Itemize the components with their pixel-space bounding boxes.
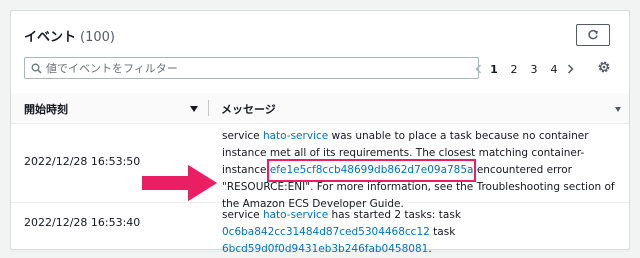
column-start-time[interactable]: 開始時刻	[24, 101, 68, 117]
msg-text: .	[428, 243, 432, 255]
refresh-button[interactable]	[576, 24, 610, 46]
sort-down-icon[interactable]	[190, 106, 198, 112]
events-title: イベント	[24, 30, 77, 45]
row-message: service hato-service was unable to place…	[222, 128, 622, 213]
search-icon	[31, 63, 42, 74]
row-time: 2022/12/28 16:53:40	[24, 216, 141, 229]
msg-text: service	[222, 209, 263, 221]
pagination: 1 2 3 4	[472, 61, 576, 77]
row-message: service hato-service has started 2 tasks…	[222, 207, 622, 258]
task-link[interactable]: 6bcd59d0f0d9431eb3b246fab0458081	[222, 243, 428, 255]
events-count: (100)	[80, 30, 115, 45]
chevron-right-icon[interactable]	[564, 64, 576, 74]
search-input[interactable]	[46, 61, 466, 75]
page-2[interactable]: 2	[504, 63, 524, 76]
table-row: 2022/12/28 16:53:40 service hato-service…	[11, 203, 629, 255]
events-header: イベント (100)	[24, 26, 115, 45]
container-instance-link[interactable]: efe1e5cf8ccb48699db862d7e09a785a	[266, 159, 477, 182]
search-field[interactable]	[24, 57, 479, 79]
page-1[interactable]: 1	[484, 63, 504, 76]
gear-icon[interactable]	[597, 60, 611, 74]
service-link[interactable]: hato-service	[263, 209, 328, 221]
events-panel: イベント(100) 1 2 3 4	[10, 10, 630, 255]
msg-text: task	[429, 226, 456, 238]
row-time: 2022/12/28 16:53:50	[24, 155, 141, 168]
page-4[interactable]: 4	[544, 63, 564, 76]
table-header: 開始時刻 メッセージ	[11, 93, 629, 124]
task-link[interactable]: 0c6ba842cc31484d87ced5304468cc12	[222, 226, 430, 238]
msg-text: service	[222, 130, 263, 142]
table-row: 2022/12/28 16:53:50 service hato-service…	[11, 124, 629, 210]
msg-text: has started 2 tasks: task	[328, 209, 461, 221]
column-message[interactable]: メッセージ	[221, 101, 276, 117]
sort-indicator-icon[interactable]	[615, 107, 621, 112]
column-divider[interactable]	[208, 100, 209, 116]
refresh-icon	[588, 29, 598, 40]
service-link[interactable]: hato-service	[263, 130, 328, 142]
page-3[interactable]: 3	[524, 63, 544, 76]
chevron-left-icon[interactable]	[472, 64, 484, 74]
